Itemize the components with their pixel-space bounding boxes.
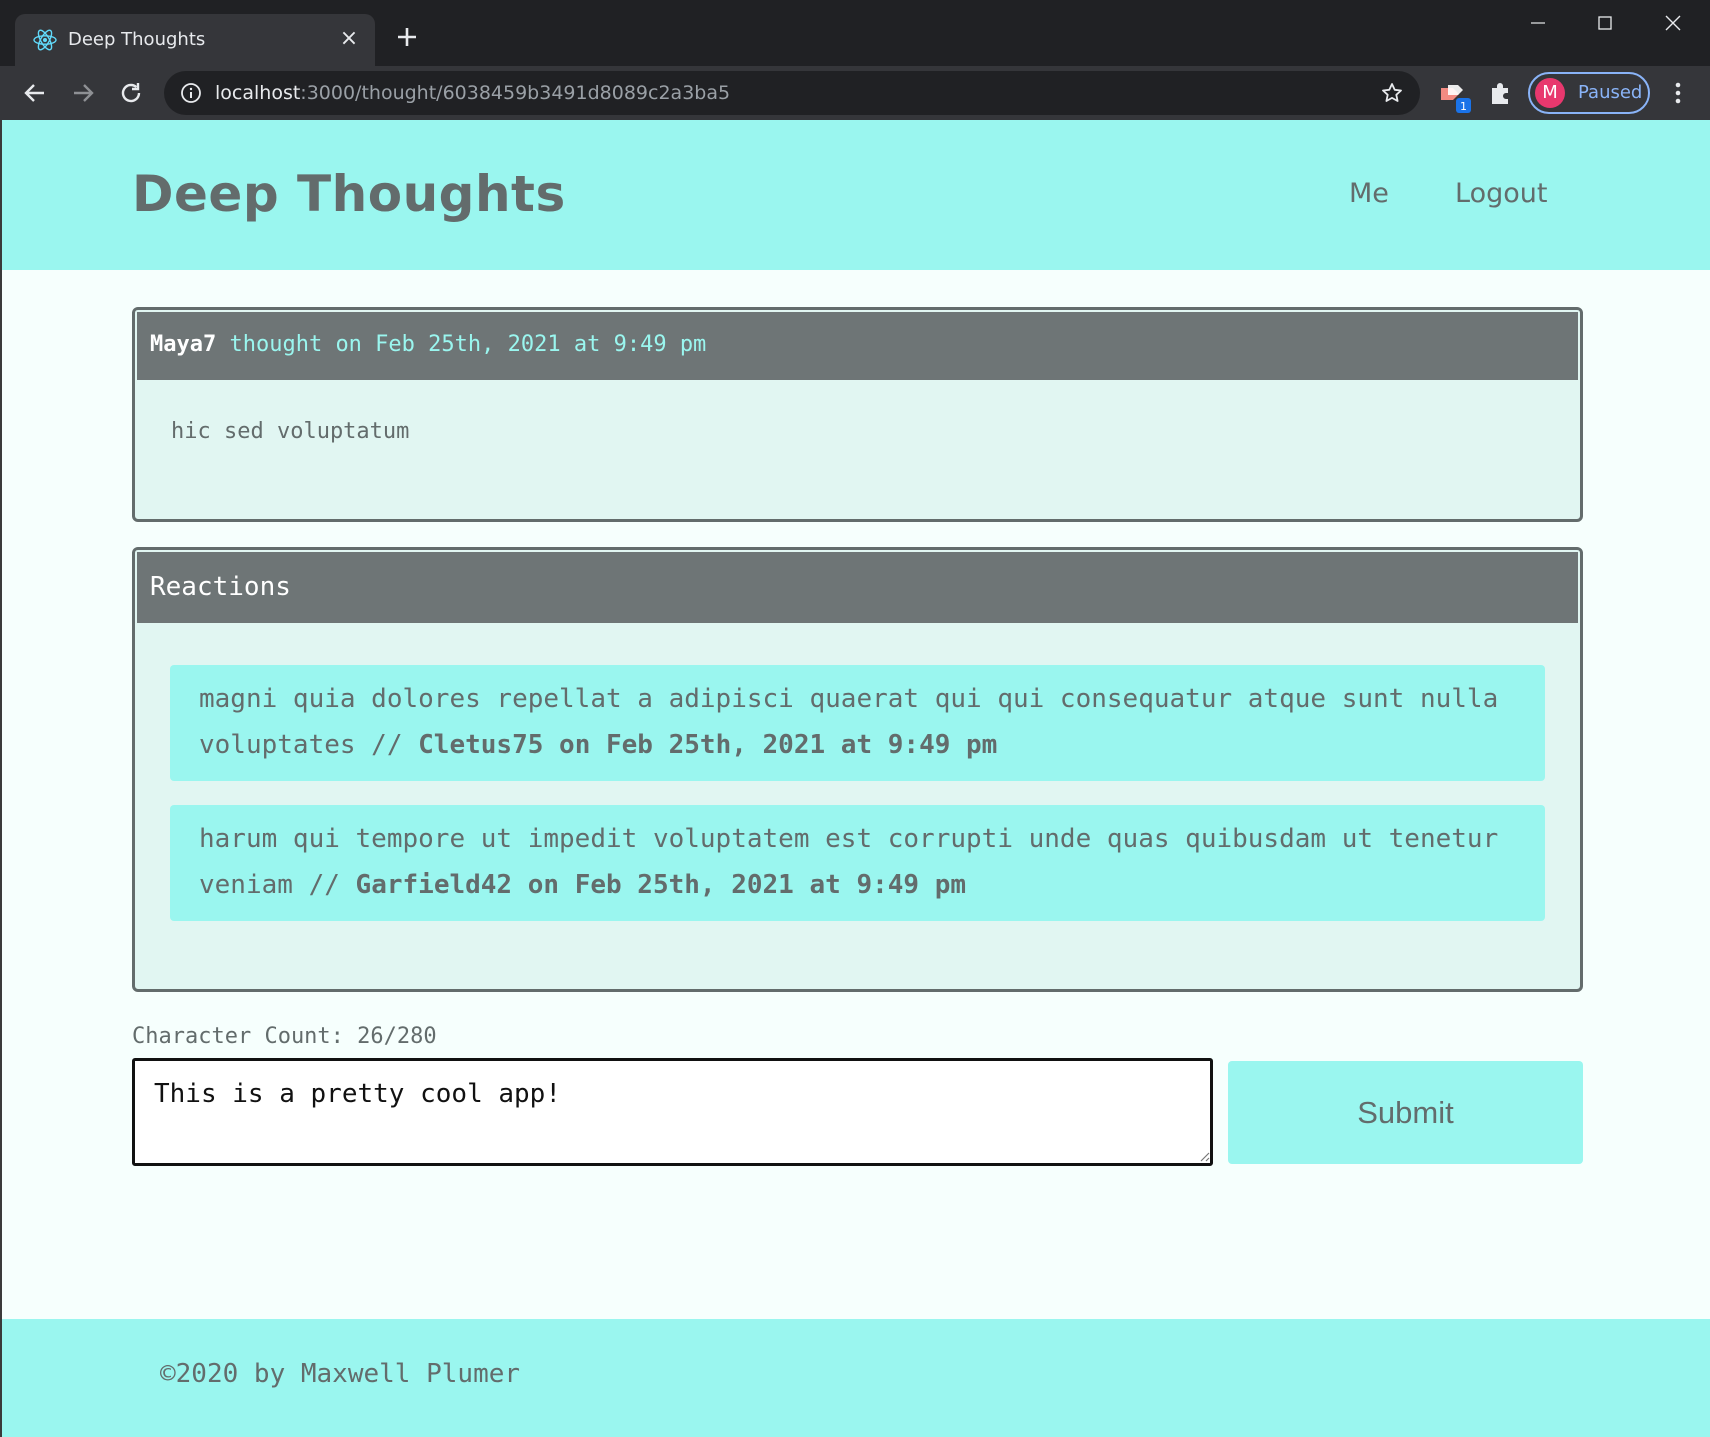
site-footer: ©2020 by Maxwell Plumer xyxy=(2,1319,1710,1437)
site-title-link[interactable]: Deep Thoughts xyxy=(132,162,566,226)
browser-toolbar: localhost:3000/thought/6038459b3491d8089… xyxy=(0,66,1710,120)
bookmark-star-icon[interactable] xyxy=(1380,81,1404,105)
react-logo-icon xyxy=(33,29,57,51)
profile-button[interactable]: M Paused xyxy=(1528,72,1650,114)
extension-icon[interactable]: 1 xyxy=(1438,80,1472,114)
reaction-list: magni quia dolores repellat a adipisci q… xyxy=(135,623,1580,921)
tab-close-icon[interactable]: × xyxy=(337,27,361,51)
reaction-author-link[interactable]: Cletus75 on Feb 25th, 2021 at 9:49 pm xyxy=(418,730,997,760)
thought-meta: thought on Feb 25th, 2021 at 9:49 pm xyxy=(216,332,707,357)
reactions-heading: Reactions xyxy=(135,550,1580,623)
site-header: Deep Thoughts Me Logout xyxy=(2,120,1710,270)
reaction-textarea[interactable]: This is a pretty cool app! xyxy=(132,1058,1213,1166)
forward-arrow-icon[interactable] xyxy=(68,78,98,108)
address-bar[interactable]: localhost:3000/thought/6038459b3491d8089… xyxy=(164,71,1420,115)
menu-dots-icon[interactable] xyxy=(1666,80,1690,106)
page-viewport: Deep Thoughts Me Logout Maya7 thought on… xyxy=(0,120,1710,1437)
reactions-card: Reactions magni quia dolores repellat a … xyxy=(132,547,1583,992)
browser-titlebar: Deep Thoughts × xyxy=(0,0,1710,66)
character-count: Character Count: 26/280 xyxy=(132,1024,437,1049)
url-text: localhost:3000/thought/6038459b3491d8089… xyxy=(215,81,730,105)
reaction-author-link[interactable]: Garfield42 on Feb 25th, 2021 at 9:49 pm xyxy=(356,870,966,900)
thought-card: Maya7 thought on Feb 25th, 2021 at 9:49 … xyxy=(132,307,1583,522)
reaction-item: harum qui tempore ut impedit voluptatem … xyxy=(170,805,1545,921)
browser-tab[interactable]: Deep Thoughts × xyxy=(15,14,375,66)
thought-username-link[interactable]: Maya7 xyxy=(150,332,216,357)
profile-status: Paused xyxy=(1578,82,1643,103)
extensions-puzzle-icon[interactable] xyxy=(1488,80,1514,106)
maximize-icon[interactable] xyxy=(1572,0,1638,46)
url-path: :3000/thought/6038459b3491d8089c2a3ba5 xyxy=(300,82,731,104)
new-tab-icon[interactable] xyxy=(392,22,422,52)
footer-text: ©2020 by Maxwell Plumer xyxy=(160,1359,521,1389)
extension-badge: 1 xyxy=(1460,100,1467,113)
nav-logout-link[interactable]: Logout xyxy=(1455,177,1547,211)
minimize-icon[interactable] xyxy=(1505,0,1571,46)
reaction-item: magni quia dolores repellat a adipisci q… xyxy=(170,665,1545,781)
site-info-icon[interactable] xyxy=(180,82,202,104)
url-host: localhost xyxy=(215,82,301,104)
thought-body: hic sed voluptatum xyxy=(171,419,410,444)
avatar: M xyxy=(1535,78,1565,108)
submit-button[interactable]: Submit xyxy=(1228,1061,1583,1164)
thought-header: Maya7 thought on Feb 25th, 2021 at 9:49 … xyxy=(135,310,1580,380)
nav-me-link[interactable]: Me xyxy=(1349,177,1389,211)
tab-title: Deep Thoughts xyxy=(68,29,206,50)
window-close-icon[interactable] xyxy=(1640,0,1706,46)
back-arrow-icon[interactable] xyxy=(20,78,50,108)
resize-grip-icon[interactable] xyxy=(1198,1150,1210,1162)
reload-icon[interactable] xyxy=(116,78,146,108)
